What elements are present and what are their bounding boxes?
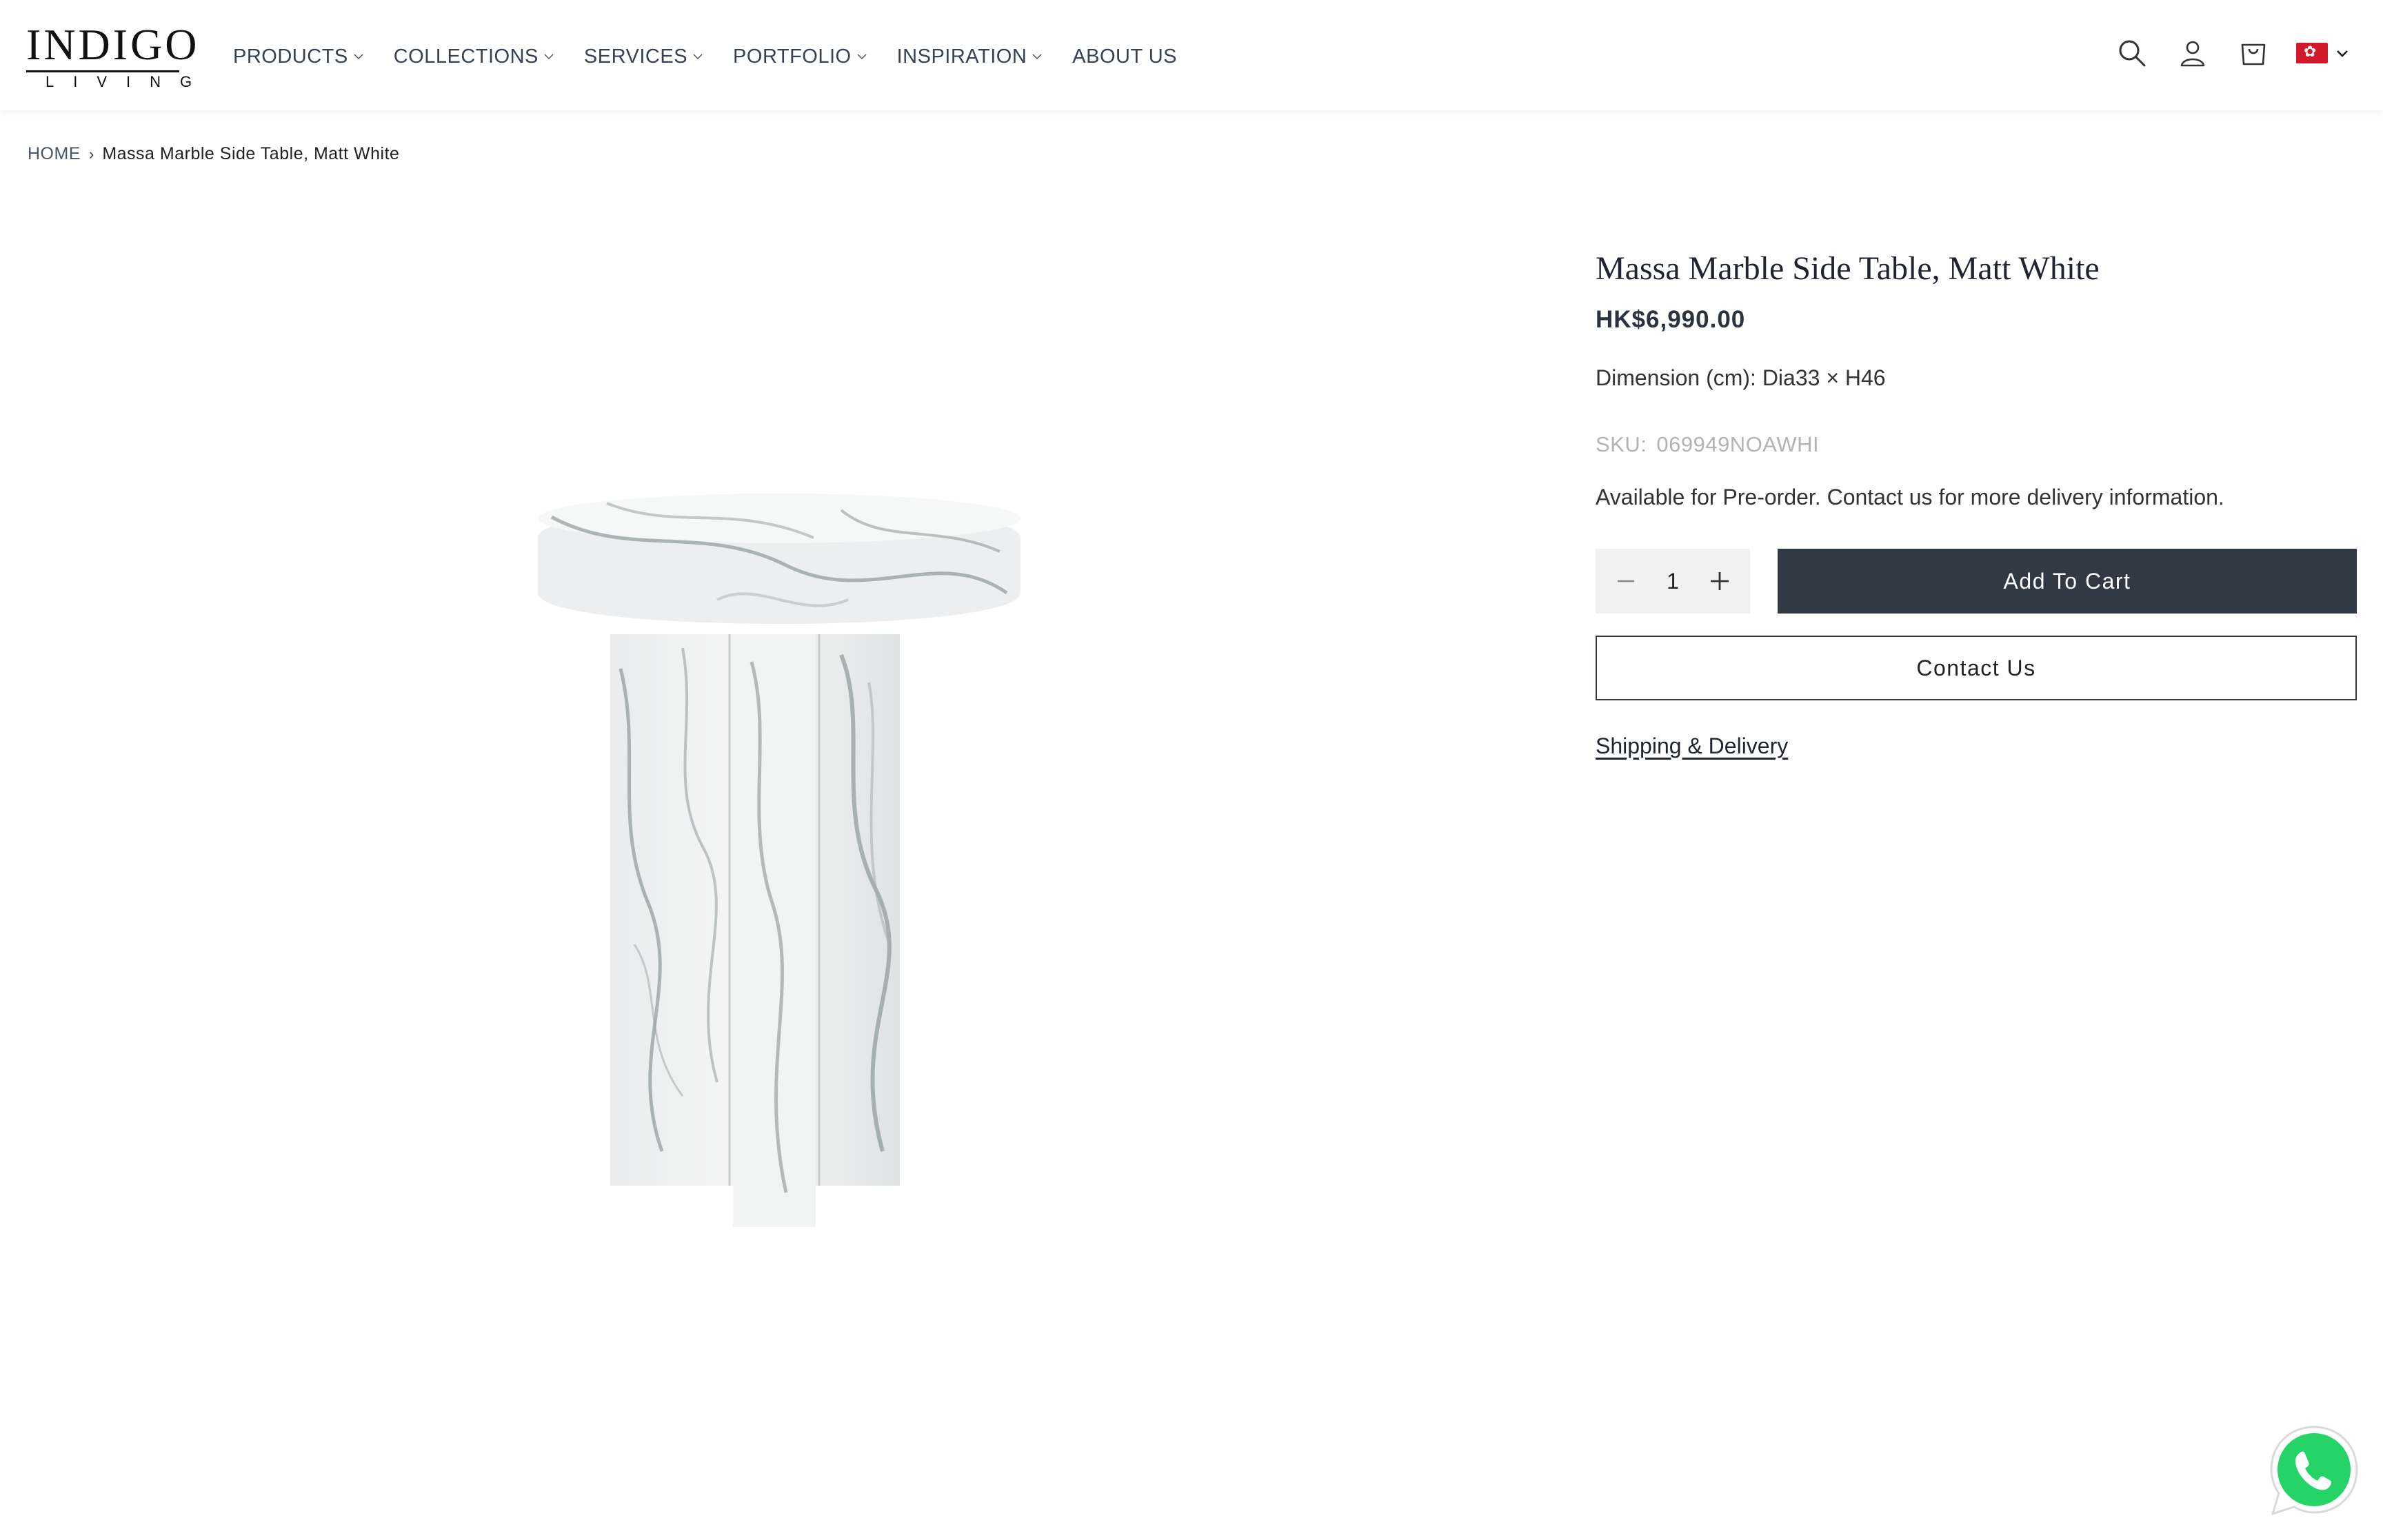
nav-item-label: COLLECTIONS: [393, 45, 539, 68]
nav-item-collections[interactable]: COLLECTIONS: [394, 45, 555, 68]
nav-item-label: INSPIRATION: [896, 45, 1027, 68]
nav-item-label: ABOUT US: [1072, 45, 1177, 68]
cart-icon[interactable]: [2237, 37, 2270, 70]
nav-item-services[interactable]: SERVICES: [584, 45, 704, 68]
product-info: Massa Marble Side Table, Matt White HK$6…: [1596, 241, 2357, 759]
nav-item-label: PORTFOLIO: [733, 45, 852, 68]
breadcrumb-home-link[interactable]: HOME: [28, 144, 81, 164]
plus-icon[interactable]: [1706, 567, 1733, 595]
chevron-down-icon: [354, 54, 363, 60]
nav-item-label: SERVICES: [583, 45, 688, 68]
product-sku: SKU: 069949NOAWHI: [1596, 432, 2357, 457]
availability-text: Available for Pre-order. Contact us for …: [1596, 485, 2224, 509]
chevron-down-icon: [544, 54, 554, 60]
breadcrumb: HOME › Massa Marble Side Table, Matt Whi…: [28, 144, 399, 164]
nav-item-about-us[interactable]: ABOUT US: [1072, 45, 1177, 68]
product-dimension: Dimension (cm): Dia33 × H46: [1596, 365, 1886, 390]
product-image[interactable]: [524, 462, 1034, 1241]
sku-value: 069949NOAWHI: [1656, 432, 1820, 456]
nav-item-products[interactable]: PRODUCTS: [233, 45, 365, 68]
country-selector[interactable]: ✿: [2296, 43, 2350, 63]
logo-sub: LIVING: [46, 73, 212, 90]
minus-icon[interactable]: [1612, 567, 1640, 595]
hong-kong-flag-icon: ✿: [2296, 43, 2328, 63]
nav-item-label: PRODUCTS: [233, 45, 348, 68]
chevron-down-icon: [2337, 50, 2348, 57]
breadcrumb-separator: ›: [89, 145, 94, 163]
nav-item-portfolio[interactable]: PORTFOLIO: [733, 45, 868, 68]
main-nav: PRODUCTS COLLECTIONS SERVICES PORTFOLIO …: [233, 43, 1206, 70]
indigo-living-logo[interactable]: INDIGO LIVING: [26, 20, 212, 92]
product-price: HK$6,990.00: [1596, 306, 1746, 333]
chevron-down-icon: [1032, 54, 1042, 60]
logo-word: INDIGO: [26, 20, 200, 69]
whatsapp-icon[interactable]: [2266, 1423, 2362, 1519]
quantity-stepper: [1596, 549, 1750, 614]
nav-item-inspiration[interactable]: INSPIRATION: [897, 45, 1044, 68]
product-title: Massa Marble Side Table, Matt White: [1596, 250, 2100, 287]
chevron-down-icon: [857, 54, 867, 60]
header-actions: ✿: [2088, 34, 2350, 72]
breadcrumb-current: Massa Marble Side Table, Matt White: [102, 144, 400, 163]
logo-divider: [26, 70, 179, 72]
chevron-down-icon: [693, 54, 703, 60]
purchase-row: Add To Cart: [1596, 549, 2357, 614]
search-icon[interactable]: [2115, 37, 2149, 70]
quantity-input[interactable]: [1651, 567, 1695, 595]
sku-label: SKU:: [1596, 432, 1647, 456]
shipping-delivery-link[interactable]: Shipping & Delivery: [1596, 733, 1788, 759]
site-header: INDIGO LIVING PRODUCTS COLLECTIONS SERVI…: [0, 0, 2383, 110]
add-to-cart-button[interactable]: Add To Cart: [1778, 549, 2357, 614]
contact-us-button[interactable]: Contact Us: [1596, 636, 2357, 700]
account-icon[interactable]: [2176, 37, 2209, 70]
